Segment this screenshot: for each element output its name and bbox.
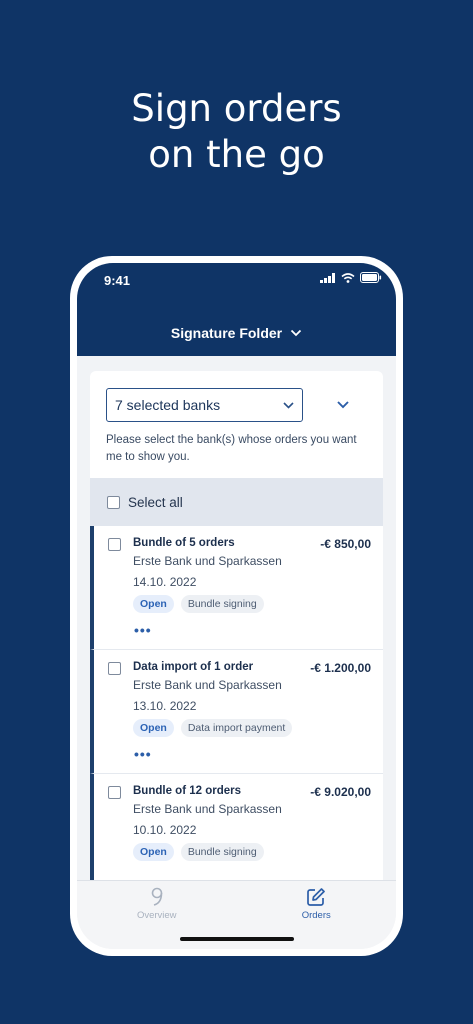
- order-amount: -€ 1.200,00: [310, 661, 371, 675]
- expand-filter-button[interactable]: [337, 401, 349, 409]
- main-content: 7 selected banks Please select the bank(…: [90, 371, 383, 898]
- order-date: 10.10. 2022: [133, 823, 197, 837]
- order-title: Bundle of 5 orders: [133, 537, 235, 549]
- bank-select[interactable]: 7 selected banks: [106, 388, 303, 422]
- wifi-icon: [341, 272, 355, 283]
- select-all-row[interactable]: Select all: [90, 478, 383, 526]
- order-bank: Erste Bank und Sparkassen: [133, 554, 282, 568]
- top-bar: 9:41 Signature Folder: [77, 263, 396, 356]
- headline: Sign orders on the go: [0, 86, 473, 178]
- chevron-down-icon: [290, 329, 302, 337]
- phone-screen: 9:41 Signature Folder 7 selected banks P…: [77, 263, 396, 949]
- status-badge: Open: [133, 719, 174, 737]
- order-amount: -€ 850,00: [320, 537, 371, 551]
- order-item[interactable]: Bundle of 5 orders -€ 850,00 Erste Bank …: [90, 526, 383, 650]
- tab-overview-label: Overview: [136, 910, 177, 921]
- signature-folder-dropdown[interactable]: Signature Folder: [77, 325, 396, 341]
- order-checkbox[interactable]: [108, 662, 121, 675]
- status-badge: Open: [133, 843, 174, 861]
- order-item[interactable]: Data import of 1 order -€ 1.200,00 Erste…: [90, 650, 383, 774]
- status-badge: Open: [133, 595, 174, 613]
- type-badge: Bundle signing: [180, 595, 264, 613]
- folder-title: Signature Folder: [170, 325, 283, 341]
- chevron-down-icon: [283, 401, 294, 409]
- signal-icon: [320, 272, 335, 283]
- status-icons: [320, 272, 382, 283]
- type-badge: Data import payment: [180, 719, 293, 737]
- chevron-down-icon: [337, 401, 349, 409]
- headline-line-1: Sign orders: [131, 87, 342, 130]
- battery-icon: [360, 272, 382, 283]
- select-all-checkbox[interactable]: [107, 495, 120, 509]
- home-indicator: [179, 937, 294, 941]
- type-badge: Bundle signing: [180, 843, 264, 861]
- phone-frame: 9:41 Signature Folder 7 selected banks P…: [70, 256, 403, 956]
- order-checkbox[interactable]: [108, 538, 121, 551]
- order-title: Bundle of 12 orders: [133, 785, 241, 797]
- order-checkbox[interactable]: [108, 786, 121, 799]
- select-all-label: Select all: [128, 494, 183, 510]
- overview-icon: [151, 887, 163, 906]
- order-amount: -€ 9.020,00: [310, 785, 371, 799]
- bank-select-value: 7 selected banks: [115, 397, 221, 413]
- more-options-button[interactable]: •••: [134, 746, 152, 762]
- status-time: 9:41: [104, 273, 131, 288]
- edit-icon: [307, 888, 326, 906]
- tab-bar: Overview Orders: [77, 880, 396, 949]
- order-date: 13.10. 2022: [133, 699, 197, 713]
- order-bank: Erste Bank und Sparkassen: [133, 802, 282, 816]
- bank-filter-card: 7 selected banks Please select the bank(…: [90, 371, 383, 478]
- more-options-button[interactable]: •••: [134, 622, 152, 638]
- tab-orders-label: Orders: [301, 910, 331, 921]
- order-date: 14.10. 2022: [133, 575, 197, 589]
- headline-line-2: on the go: [148, 133, 325, 176]
- filter-hint: Please select the bank(s) whose orders y…: [106, 434, 357, 463]
- order-title: Data import of 1 order: [133, 661, 254, 673]
- order-bank: Erste Bank und Sparkassen: [133, 678, 282, 692]
